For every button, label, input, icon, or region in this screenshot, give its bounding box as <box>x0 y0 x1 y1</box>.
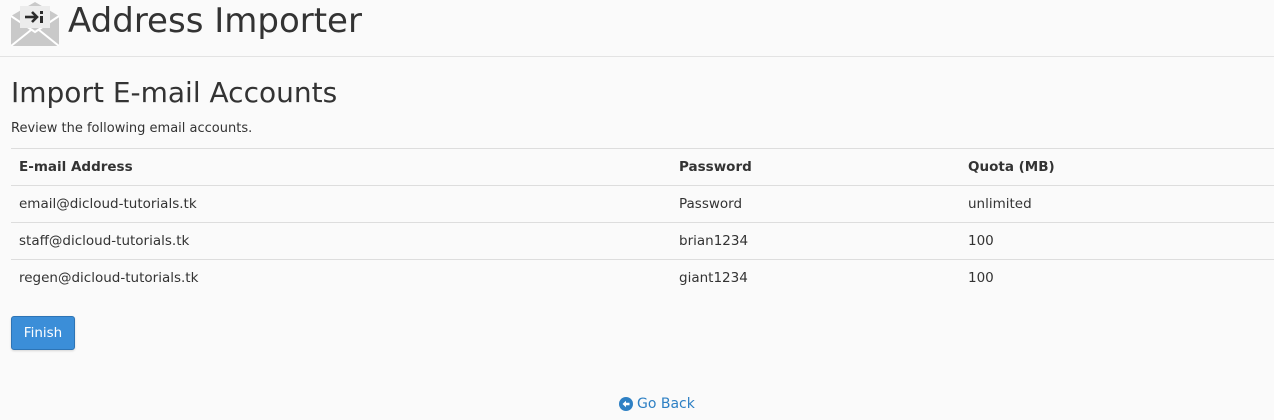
accounts-table: E-mail Address Password Quota (MB) email… <box>11 148 1274 296</box>
email-cell: staff@dicloud-tutorials.tk <box>11 222 671 260</box>
table-row: email@dicloud-tutorials.tk Password unli… <box>11 185 1274 223</box>
email-cell: email@dicloud-tutorials.tk <box>11 185 671 223</box>
column-header-quota: Quota (MB) <box>960 148 1274 186</box>
circle-arrow-left-icon <box>619 397 633 411</box>
password-cell: giant1234 <box>671 259 960 296</box>
go-back-label: Go Back <box>637 396 695 412</box>
go-back-link[interactable]: Go Back <box>619 394 695 414</box>
quota-cell: 100 <box>960 259 1274 296</box>
quota-cell: unlimited <box>960 185 1274 223</box>
section-description: Review the following email accounts. <box>11 121 253 136</box>
finish-button[interactable]: Finish <box>11 316 75 350</box>
password-cell: Password <box>671 185 960 223</box>
table-row: regen@dicloud-tutorials.tk giant1234 100 <box>11 259 1274 296</box>
column-header-email: E-mail Address <box>11 148 671 186</box>
table-row: staff@dicloud-tutorials.tk brian1234 100 <box>11 222 1274 260</box>
envelope-import-icon <box>10 2 60 47</box>
email-cell: regen@dicloud-tutorials.tk <box>11 259 671 296</box>
page-header: Address Importer <box>0 0 1274 57</box>
column-header-password: Password <box>671 148 960 186</box>
quota-cell: 100 <box>960 222 1274 260</box>
table-header-row: E-mail Address Password Quota (MB) <box>11 148 1274 186</box>
password-cell: brian1234 <box>671 222 960 260</box>
section-title: Import E-mail Accounts <box>11 76 338 109</box>
page-title: Address Importer <box>68 1 362 41</box>
